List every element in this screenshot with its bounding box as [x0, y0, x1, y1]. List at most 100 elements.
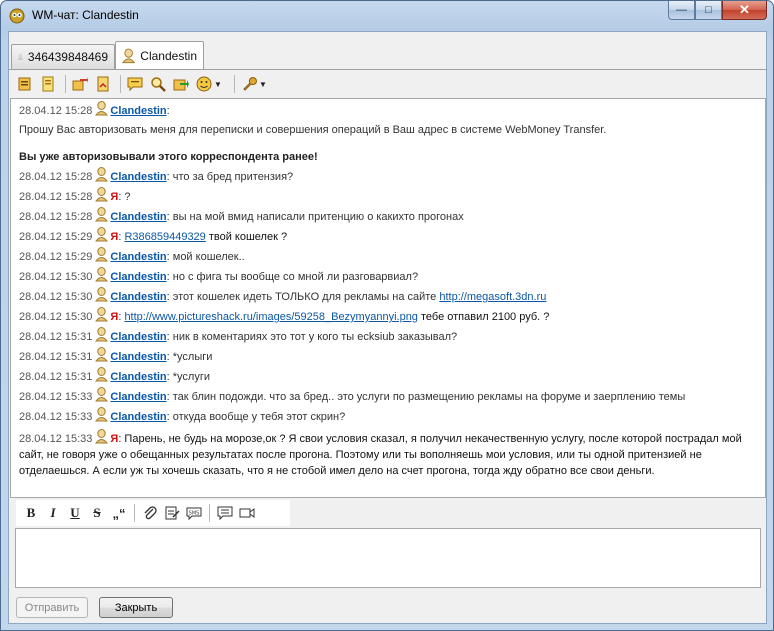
underline-button[interactable]: U [64, 503, 86, 523]
message-text: : этот кошелек идеть ТОЛЬКО для рекламы … [166, 291, 440, 303]
video-button[interactable] [236, 503, 258, 523]
message-author[interactable]: Clandestin [110, 351, 166, 363]
message-row: 28.04.12 15:31 Clandestin: *услыги [19, 347, 757, 367]
format-toolbar: B I U S „“ SMS [16, 500, 290, 526]
message-row: 28.04.12 15:33 Я: Парень, не будь на моро… [19, 427, 757, 479]
message-text: : но с фига ты вообще со мной ли разгова… [166, 271, 419, 283]
sms-button[interactable]: SMS [183, 503, 205, 523]
website-link[interactable]: http://megasoft.3dn.ru [439, 291, 546, 303]
emoticon-button[interactable] [194, 74, 214, 94]
user-icon [122, 48, 136, 64]
settings-button[interactable] [239, 74, 259, 94]
message-list-icon [217, 506, 233, 521]
message-time: 28.04.12 15:30 [19, 291, 93, 303]
message-row: 28.04.12 15:33 Clandestin: так блин подож… [19, 387, 757, 407]
toolbar-separator [234, 75, 235, 93]
info-icon [42, 76, 54, 92]
message-time: 28.04.12 15:29 [19, 251, 93, 263]
contacts-button[interactable] [15, 74, 35, 94]
history-button[interactable] [214, 503, 236, 523]
message-row: 28.04.12 15:31 Clandestin: ник в коментар… [19, 327, 757, 347]
user-icon [95, 347, 109, 362]
message-time: 28.04.12 15:30 [19, 271, 93, 283]
send-money-icon [72, 77, 88, 91]
tab-346439848469[interactable]: 346439848469 [11, 44, 115, 69]
toolbar-separator [65, 75, 66, 93]
strikethrough-button[interactable]: S [86, 503, 108, 523]
info-button[interactable] [38, 74, 58, 94]
toolbar: ▼ ▼ [15, 73, 275, 95]
purse-link[interactable]: R386859449329 [124, 231, 205, 243]
image-link[interactable]: http://www.pictureshack.ru/images/59258_… [124, 311, 418, 323]
message-time: 28.04.12 15:33 [19, 391, 93, 403]
message-author[interactable]: Clandestin [110, 271, 166, 283]
message-author[interactable]: Clandestin [110, 211, 166, 223]
message-time: 28.04.12 15:31 [19, 331, 93, 343]
user-icon [95, 101, 109, 116]
settings-dropdown-icon[interactable]: ▼ [259, 80, 267, 89]
message-button[interactable] [125, 74, 145, 94]
message-input[interactable] [15, 528, 761, 588]
video-camera-icon [239, 508, 255, 518]
send-money-button[interactable] [70, 74, 90, 94]
tab-clandestin[interactable]: Clandestin [115, 41, 204, 70]
message-time: 28.04.12 15:31 [19, 351, 93, 363]
tab-label: 346439848469 [27, 50, 108, 64]
caption-buttons: — □ ✕ [668, 1, 767, 21]
export-icon [173, 79, 189, 91]
message-row: 28.04.12 15:30 Clandestin: этот кошелек и… [19, 287, 757, 307]
message-time: 28.04.12 15:33 [19, 433, 93, 445]
message-author[interactable]: Clandestin [110, 105, 166, 117]
message-text-after: тебе отпавил 2100 руб. ? [417, 311, 550, 323]
message-author[interactable]: Clandestin [110, 391, 166, 403]
user-icon [95, 429, 109, 444]
send-button[interactable]: Отправить [16, 597, 88, 618]
message-text: : ? [118, 191, 131, 203]
export-button[interactable] [171, 74, 191, 94]
minimize-button[interactable]: — [668, 1, 695, 20]
message-log[interactable]: 28.04.12 15:28 Clandestin: Прошу Вас авто… [10, 98, 766, 498]
user-icon [95, 307, 109, 322]
invoice-button[interactable] [93, 74, 113, 94]
message-row: 28.04.12 15:28 Clandestin: [19, 101, 757, 121]
window-title: WM-чат: Clandestin [32, 8, 139, 22]
chat-window: WM-чат: Clandestin — □ ✕ 346439848469 Cl… [0, 0, 774, 631]
message-author[interactable]: Clandestin [110, 411, 166, 423]
title-bar[interactable]: WM-чат: Clandestin — □ ✕ [1, 1, 773, 31]
user-icon [95, 187, 109, 202]
message-time: 28.04.12 15:30 [19, 311, 93, 323]
italic-button[interactable]: I [42, 503, 64, 523]
toolbar-separator [209, 504, 210, 522]
message-time: 28.04.12 15:29 [19, 231, 93, 243]
message-text: : *услуги [166, 371, 210, 383]
tab-label: Clandestin [140, 49, 197, 63]
message-row: 28.04.12 15:28 Clandestin: что за бред пр… [19, 167, 757, 187]
toolbar-separator [120, 75, 121, 93]
message-author[interactable]: Clandestin [110, 331, 166, 343]
user-icon [95, 267, 109, 282]
message-author[interactable]: Clandestin [110, 371, 166, 383]
message-text: : что за бред притензия? [166, 171, 294, 183]
close-button[interactable]: Закрыть [99, 597, 173, 618]
edit-button[interactable] [161, 503, 183, 523]
close-window-button[interactable]: ✕ [722, 1, 767, 20]
message-time: 28.04.12 15:31 [19, 371, 93, 383]
user-icon [95, 327, 109, 342]
attach-button[interactable] [139, 503, 161, 523]
message-row: 28.04.12 15:29 Я: R386859449329 твой коше… [19, 227, 757, 247]
bold-button[interactable]: B [20, 503, 42, 523]
message-author[interactable]: Clandestin [110, 251, 166, 263]
emoticon-dropdown-icon[interactable]: ▼ [214, 80, 222, 89]
message-author[interactable]: Clandestin [110, 291, 166, 303]
search-button[interactable] [148, 74, 168, 94]
maximize-button[interactable]: □ [695, 1, 722, 20]
message-time: 28.04.12 15:28 [19, 211, 93, 223]
user-icon [95, 167, 109, 182]
message-icon [127, 77, 143, 92]
message-time: 28.04.12 15:33 [19, 411, 93, 423]
message-row: 28.04.12 15:28 Я: ? [19, 187, 757, 207]
message-author[interactable]: Clandestin [110, 171, 166, 183]
quote-button[interactable]: „“ [108, 503, 130, 523]
contacts-icon [18, 77, 31, 91]
chat-client-area: 346439848469 Clandestin ▼ ▼ 28.04.12 15:… [8, 31, 767, 624]
